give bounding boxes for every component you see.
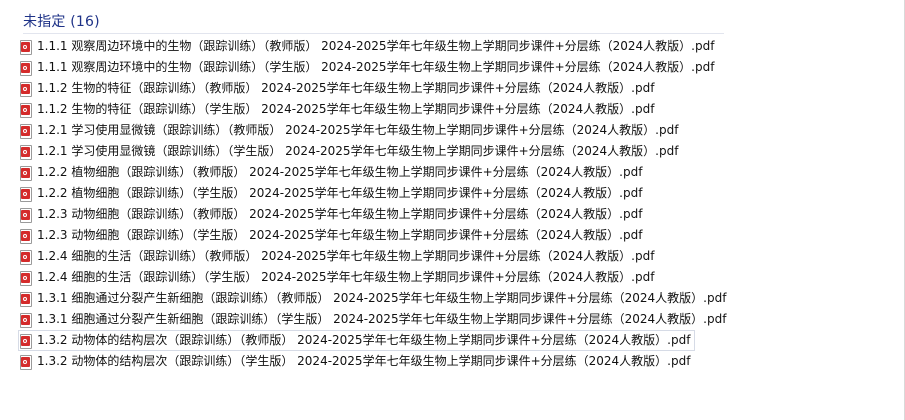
pdf-file-icon <box>20 186 32 202</box>
pdf-icon-badge <box>21 104 30 115</box>
pdf-file-icon <box>20 123 32 139</box>
pdf-file-icon <box>20 165 32 181</box>
file-item[interactable]: 1.2.3 动物细胞（跟踪训练）（学生版） 2024-2025学年七年级生物上学… <box>18 225 647 246</box>
file-list: 1.1.1 观察周边环境中的生物（跟踪训练）（教师版） 2024-2025学年七… <box>18 36 898 372</box>
pdf-icon-badge <box>21 314 30 325</box>
file-name: 1.1.1 观察周边环境中的生物（跟踪训练）（学生版） 2024-2025学年七… <box>37 60 715 74</box>
pdf-file-icon <box>20 207 32 223</box>
file-item[interactable]: 1.2.1 学习使用显微镜（跟踪训练）（学生版） 2024-2025学年七年级生… <box>18 141 683 162</box>
file-name: 1.2.3 动物细胞（跟踪训练）（教师版） 2024-2025学年七年级生物上学… <box>37 207 643 221</box>
file-name: 1.2.4 细胞的生活（跟踪训练）（教师版） 2024-2025学年七年级生物上… <box>37 249 655 263</box>
pdf-file-icon <box>20 333 32 349</box>
file-name: 1.3.1 细胞通过分裂产生新细胞（跟踪训练）（教师版） 2024-2025学年… <box>37 291 727 305</box>
pdf-file-icon <box>20 102 32 118</box>
pdf-icon-badge <box>21 356 30 367</box>
file-item[interactable]: 1.3.2 动物体的结构层次（跟踪训练）（教师版） 2024-2025学年七年级… <box>18 330 696 351</box>
pdf-file-icon <box>20 39 32 55</box>
pdf-file-icon <box>20 81 32 97</box>
pdf-icon-badge <box>21 272 30 283</box>
file-name: 1.3.2 动物体的结构层次（跟踪训练）（教师版） 2024-2025学年七年级… <box>37 333 691 347</box>
pdf-icon-badge <box>21 41 30 52</box>
pdf-file-icon <box>20 312 32 328</box>
pdf-icon-badge <box>21 125 30 136</box>
pdf-icon-badge <box>21 167 30 178</box>
pdf-file-icon <box>20 144 32 160</box>
file-name: 1.2.3 动物细胞（跟踪训练）（学生版） 2024-2025学年七年级生物上学… <box>37 228 643 242</box>
file-item[interactable]: 1.3.1 细胞通过分裂产生新细胞（跟踪训练）（教师版） 2024-2025学年… <box>18 288 731 309</box>
file-item[interactable]: 1.2.4 细胞的生活（跟踪训练）（学生版） 2024-2025学年七年级生物上… <box>18 267 659 288</box>
file-item[interactable]: 1.2.2 植物细胞（跟踪训练）（学生版） 2024-2025学年七年级生物上学… <box>18 183 647 204</box>
group-divider <box>23 33 724 34</box>
pdf-icon-badge <box>21 188 30 199</box>
file-name: 1.3.2 动物体的结构层次（跟踪训练）（学生版） 2024-2025学年七年级… <box>37 354 691 368</box>
pdf-icon-badge <box>21 251 30 262</box>
group-header[interactable]: 未指定 (16) <box>23 8 100 34</box>
file-name: 1.1.1 观察周边环境中的生物（跟踪训练）（教师版） 2024-2025学年七… <box>37 39 715 53</box>
pdf-icon-badge <box>21 62 30 73</box>
pdf-icon-badge <box>21 209 30 220</box>
file-name: 1.2.2 植物细胞（跟踪训练）（学生版） 2024-2025学年七年级生物上学… <box>37 186 643 200</box>
file-item[interactable]: 1.2.4 细胞的生活（跟踪训练）（教师版） 2024-2025学年七年级生物上… <box>18 246 659 267</box>
file-item[interactable]: 1.1.2 生物的特征（跟踪训练）（学生版） 2024-2025学年七年级生物上… <box>18 99 659 120</box>
file-item[interactable]: 1.3.2 动物体的结构层次（跟踪训练）（学生版） 2024-2025学年七年级… <box>18 351 695 372</box>
file-item[interactable]: 1.1.2 生物的特征（跟踪训练）（教师版） 2024-2025学年七年级生物上… <box>18 78 659 99</box>
file-item[interactable]: 1.2.3 动物细胞（跟踪训练）（教师版） 2024-2025学年七年级生物上学… <box>18 204 647 225</box>
pdf-icon-badge <box>21 293 30 304</box>
file-item[interactable]: 1.3.1 细胞通过分裂产生新细胞（跟踪训练）（学生版） 2024-2025学年… <box>18 309 731 330</box>
file-item[interactable]: 1.1.1 观察周边环境中的生物（跟踪训练）（教师版） 2024-2025学年七… <box>18 36 719 57</box>
pdf-icon-badge <box>21 335 30 346</box>
file-item[interactable]: 1.2.2 植物细胞（跟踪训练）（教师版） 2024-2025学年七年级生物上学… <box>18 162 647 183</box>
file-name: 1.2.1 学习使用显微镜（跟踪训练）（学生版） 2024-2025学年七年级生… <box>37 144 679 158</box>
pdf-file-icon <box>20 60 32 76</box>
file-explorer-pane: 未指定 (16) 1.1.1 观察周边环境中的生物（跟踪训练）（教师版） 202… <box>0 0 905 420</box>
pdf-icon-badge <box>21 146 30 157</box>
group-title: 未指定 (16) <box>23 14 100 30</box>
pdf-file-icon <box>20 270 32 286</box>
pdf-icon-badge <box>21 83 30 94</box>
file-name: 1.2.4 细胞的生活（跟踪训练）（学生版） 2024-2025学年七年级生物上… <box>37 270 655 284</box>
pdf-file-icon <box>20 249 32 265</box>
pdf-icon-badge <box>21 230 30 241</box>
pdf-file-icon <box>20 291 32 307</box>
file-item[interactable]: 1.2.1 学习使用显微镜（跟踪训练）（教师版） 2024-2025学年七年级生… <box>18 120 683 141</box>
file-name: 1.2.1 学习使用显微镜（跟踪训练）（教师版） 2024-2025学年七年级生… <box>37 123 679 137</box>
file-name: 1.1.2 生物的特征（跟踪训练）（学生版） 2024-2025学年七年级生物上… <box>37 102 655 116</box>
file-name: 1.2.2 植物细胞（跟踪训练）（教师版） 2024-2025学年七年级生物上学… <box>37 165 643 179</box>
pdf-file-icon <box>20 228 32 244</box>
file-item[interactable]: 1.1.1 观察周边环境中的生物（跟踪训练）（学生版） 2024-2025学年七… <box>18 57 719 78</box>
pdf-file-icon <box>20 354 32 370</box>
file-name: 1.3.1 细胞通过分裂产生新细胞（跟踪训练）（学生版） 2024-2025学年… <box>37 312 727 326</box>
file-name: 1.1.2 生物的特征（跟踪训练）（教师版） 2024-2025学年七年级生物上… <box>37 81 655 95</box>
